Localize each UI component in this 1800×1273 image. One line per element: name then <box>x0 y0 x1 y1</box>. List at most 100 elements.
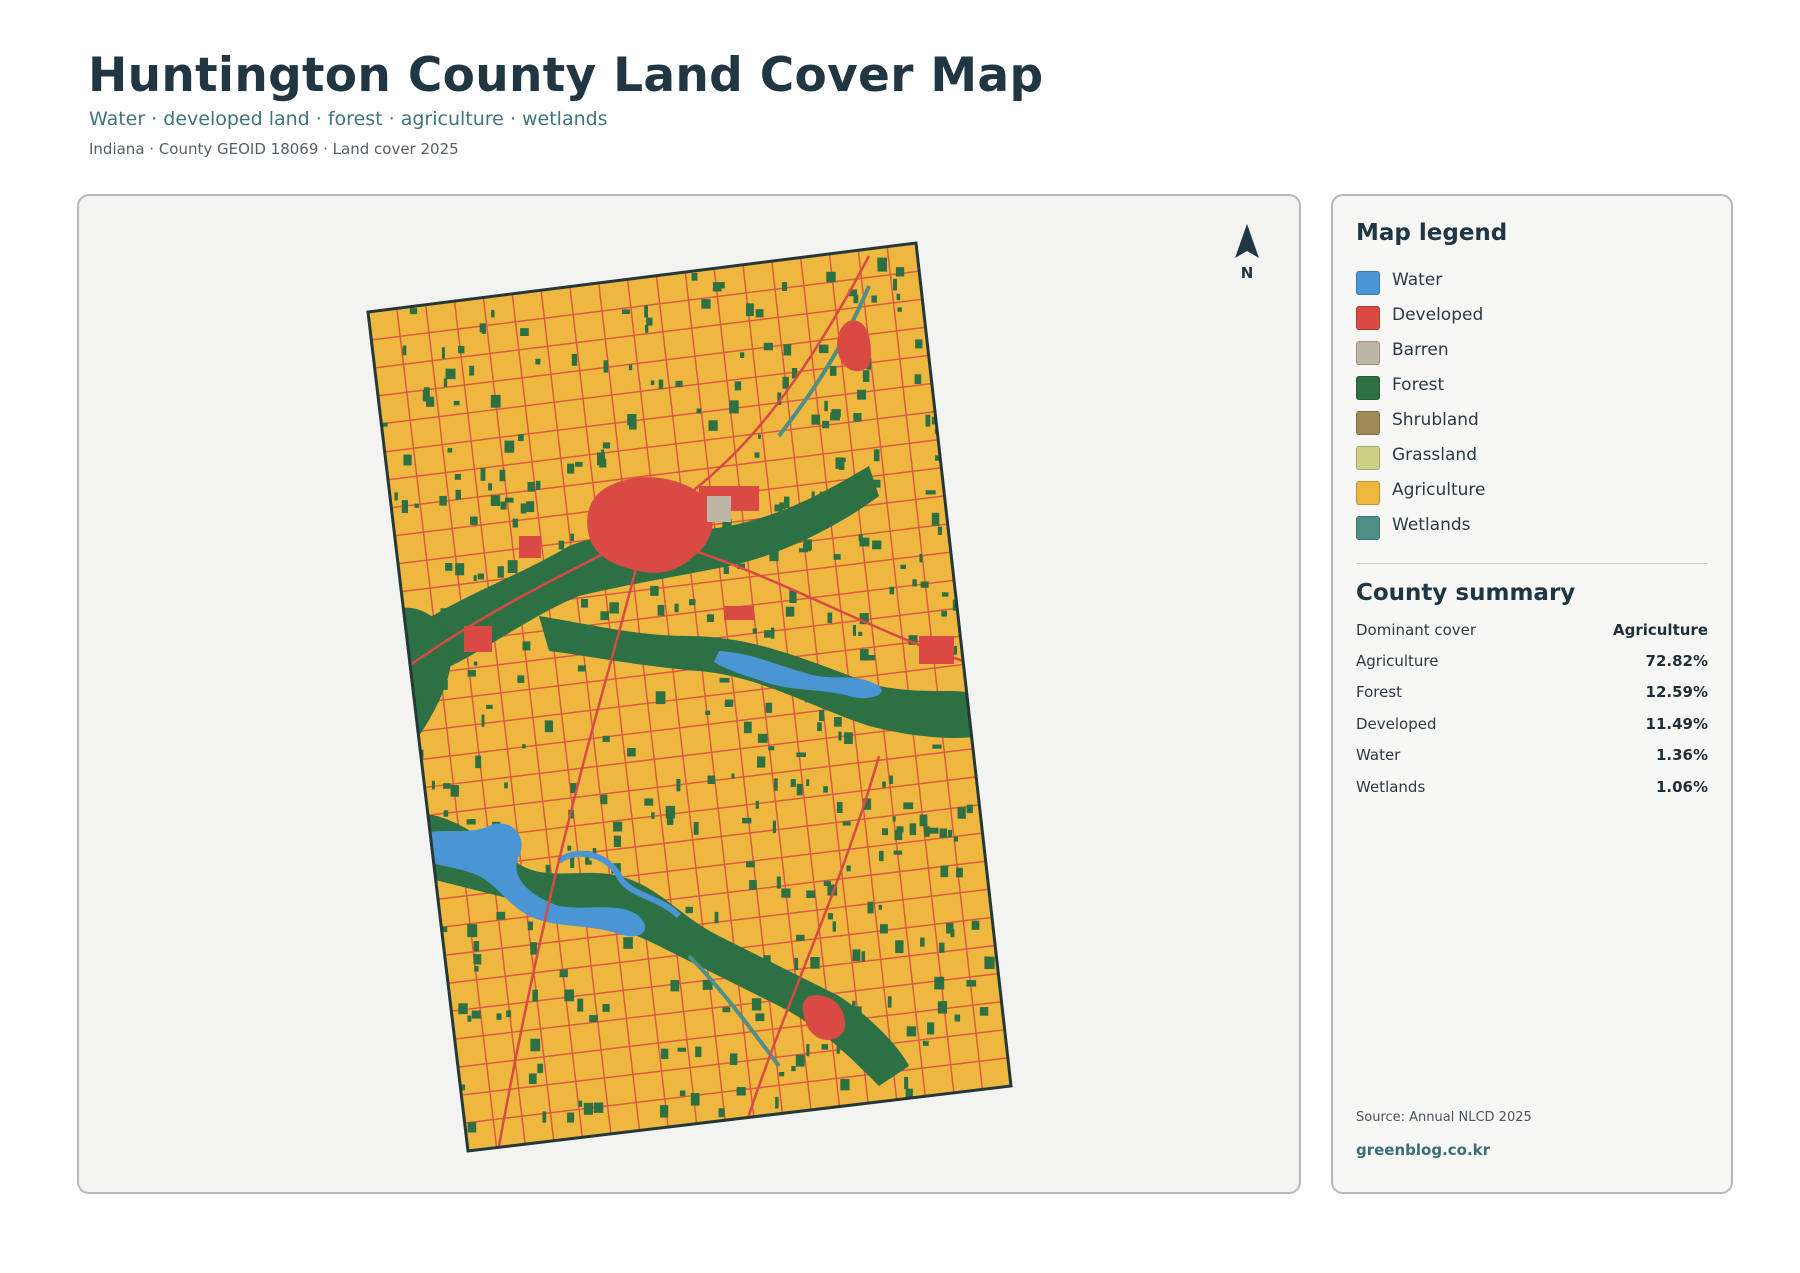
forest-patch <box>922 1040 929 1046</box>
forest-patch <box>689 599 696 606</box>
forest-patch <box>966 804 973 814</box>
forest-patch <box>445 368 456 380</box>
land-cover-map[interactable] <box>79 196 1299 1192</box>
forest-patch <box>628 364 633 371</box>
forest-patch <box>496 911 506 920</box>
forest-patch <box>657 604 665 616</box>
forest-patch <box>954 1014 961 1022</box>
county-land-cover <box>368 243 1011 1151</box>
forest-patch <box>481 714 485 727</box>
forest-patch <box>806 779 810 786</box>
forest-patch <box>862 370 870 382</box>
summary-row-developed: Developed 11.49% <box>1356 708 1708 739</box>
forest-patch <box>934 976 945 990</box>
forest-patch <box>893 278 897 291</box>
forest-patch <box>600 794 608 805</box>
summary-row-water: Water 1.36% <box>1356 740 1708 771</box>
forest-patch <box>394 492 398 501</box>
forest-patch <box>602 442 610 449</box>
forest-patch <box>439 495 447 506</box>
forest-patch <box>481 325 486 334</box>
forest-patch <box>455 563 465 576</box>
forest-patch <box>527 482 535 492</box>
forest-patch <box>909 823 917 836</box>
forest-patch <box>467 670 476 677</box>
forest-patch <box>475 755 482 769</box>
forest-patch <box>570 857 575 868</box>
water-swatch <box>1356 270 1380 295</box>
forest-patch <box>783 344 792 356</box>
forest-patch <box>920 581 929 588</box>
forest-patch <box>559 969 568 978</box>
forest-patch <box>409 308 418 315</box>
summary-row-dominant: Dominant cover Agriculture <box>1356 614 1708 645</box>
forest-patch <box>941 1001 947 1009</box>
forest-patch <box>844 732 853 744</box>
forest-patch <box>675 380 683 387</box>
forest-patch <box>701 299 711 309</box>
forest-patch <box>480 468 486 481</box>
forest-patch <box>979 1007 989 1016</box>
page-subtitle: Water · developed land · forest · agricu… <box>89 108 608 130</box>
forest-patch <box>443 783 451 789</box>
forest-patch <box>774 778 778 791</box>
forest-patch <box>600 611 609 621</box>
forest-patch <box>924 826 930 837</box>
forest-patch <box>846 865 851 872</box>
summary-label: Forest <box>1356 683 1403 702</box>
forest-patch <box>896 293 901 301</box>
forest-patch <box>751 998 762 1011</box>
page-title: Huntington County Land Cover Map <box>88 48 1044 103</box>
forest-patch <box>946 923 954 934</box>
credit-link[interactable]: greenblog.co.kr <box>1356 1141 1490 1159</box>
summary-value: 12.59% <box>1645 683 1708 702</box>
legend-item-wetlands: Wetlands <box>1356 507 1486 542</box>
forest-patch <box>532 989 538 1002</box>
forest-patch <box>723 566 729 574</box>
forest-patch <box>897 307 902 312</box>
forest-patch <box>474 966 479 972</box>
developed-east-edge <box>919 636 954 664</box>
forest-patch <box>784 496 790 508</box>
forest-patch <box>613 835 621 847</box>
forest-patch <box>782 282 788 291</box>
forest-patch <box>920 937 925 947</box>
forest-patch <box>840 1079 850 1091</box>
forest-patch <box>763 342 773 351</box>
summary-label: Wetlands <box>1356 777 1426 796</box>
forest-patch <box>693 822 699 835</box>
summary-value: 1.36% <box>1655 746 1708 765</box>
forest-patch <box>490 495 501 506</box>
forest-patch <box>423 387 430 400</box>
forest-patch <box>834 717 842 727</box>
forest-patch <box>940 865 949 878</box>
forest-patch <box>872 540 882 550</box>
forest-patch <box>544 720 553 733</box>
forest-patch <box>445 563 453 571</box>
forest-patch <box>528 1073 537 1084</box>
forest-patch <box>530 942 537 955</box>
forest-patch <box>830 412 840 421</box>
forest-patch <box>650 585 659 596</box>
forest-patch <box>858 631 863 636</box>
forest-patch <box>881 828 888 836</box>
legend-label: Barren <box>1392 339 1449 360</box>
forest-patch <box>859 537 870 547</box>
summary-value: Agriculture <box>1612 620 1708 639</box>
forest-patch <box>450 785 459 797</box>
legend-label: Developed <box>1392 304 1484 325</box>
forest-patch <box>824 400 828 412</box>
agriculture-swatch <box>1356 480 1380 505</box>
summary-title: County summary <box>1356 580 1576 606</box>
map-panel[interactable]: N <box>77 194 1301 1194</box>
forest-patch <box>919 553 923 563</box>
forest-patch <box>880 924 888 934</box>
forest-patch <box>889 775 893 784</box>
forest-patch <box>455 489 461 500</box>
forest-patch <box>729 400 739 414</box>
forest-patch <box>522 744 526 749</box>
summary-row-forest: Forest 12.59% <box>1356 677 1708 708</box>
legend-item-barren: Barren <box>1356 332 1486 367</box>
forest-patch <box>842 821 851 826</box>
forest-patch <box>731 773 735 779</box>
